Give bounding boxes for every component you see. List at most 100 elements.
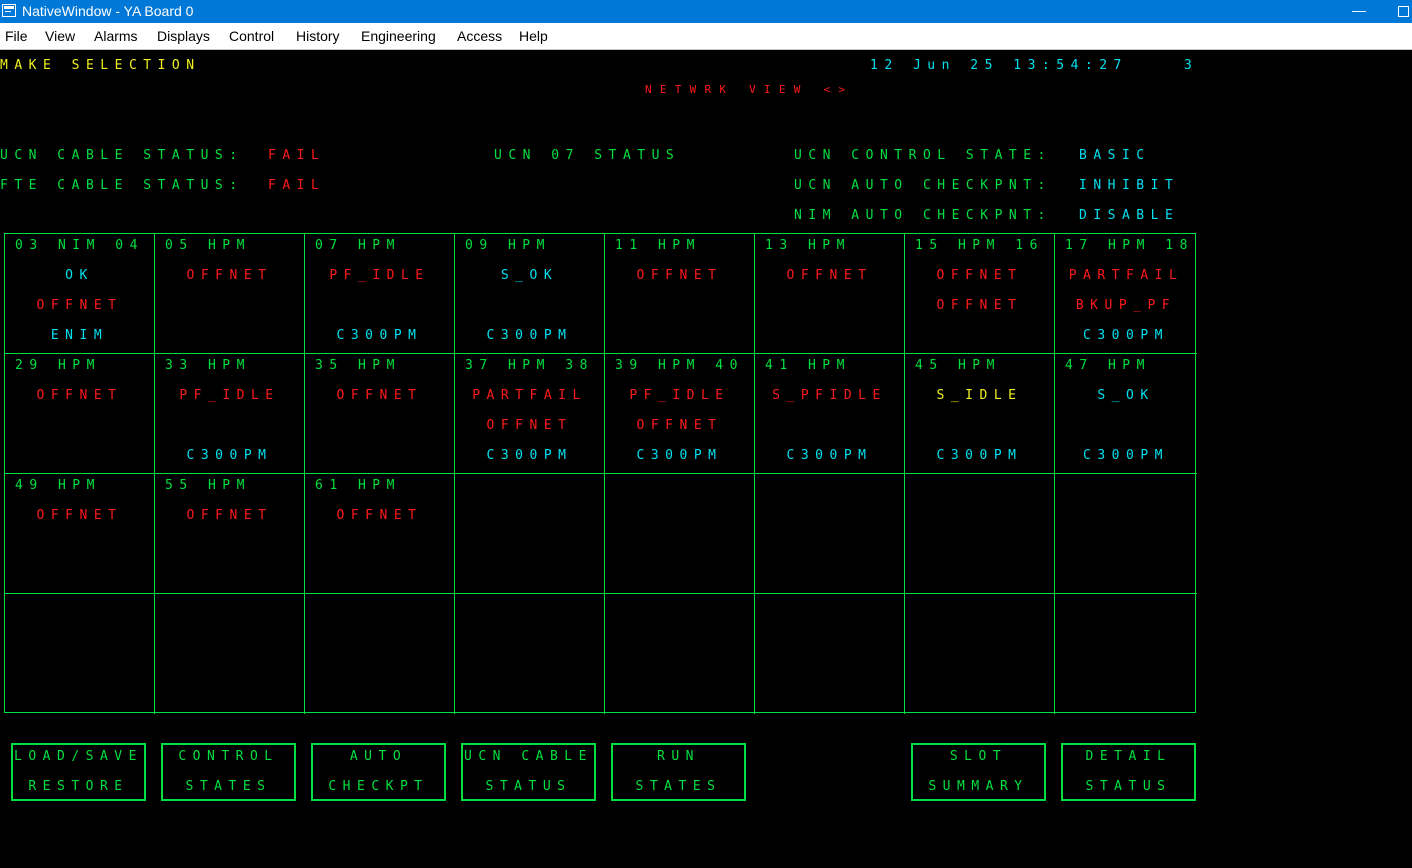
node-cell <box>1055 474 1197 594</box>
menu-file[interactable]: File <box>5 28 28 44</box>
node-cell[interactable]: 09 HPM S_OK C300PM <box>455 234 605 354</box>
node-cell <box>455 474 605 594</box>
node-header: 55 HPM <box>165 478 251 493</box>
ucn-cable-status-button[interactable]: UCN CABLE STATUS <box>461 743 596 801</box>
node-status-line: OFFNET <box>336 388 423 403</box>
node-status-line: S_IDLE <box>936 388 1023 403</box>
node-header: 05 HPM <box>165 238 251 253</box>
node-cell[interactable]: 35 HPM OFFNET <box>305 354 455 474</box>
load-save-restore-line2: RESTORE <box>28 779 129 794</box>
node-cell[interactable]: 03 NIM 04 OK OFFNET ENIM <box>5 234 155 354</box>
node-cell <box>905 474 1055 594</box>
node-status-line: OFFNET <box>36 508 123 523</box>
menu-history[interactable]: History <box>296 28 340 44</box>
run-states-line2: STATES <box>635 779 722 794</box>
node-cell[interactable]: 11 HPM OFFNET <box>605 234 755 354</box>
node-header: 11 HPM <box>615 238 701 253</box>
node-cell[interactable]: 55 HPM OFFNET <box>155 474 305 594</box>
node-header: 17 HPM 18 <box>1065 238 1194 253</box>
node-status-line: PARTFAIL <box>1068 268 1184 283</box>
menu-engineering[interactable]: Engineering <box>361 28 436 44</box>
node-cell <box>755 474 905 594</box>
node-status-line: S_OK <box>500 268 559 283</box>
node-cell[interactable]: 39 HPM 40 PF_IDLE OFFNET C300PM <box>605 354 755 474</box>
node-status-line: C300PM <box>186 448 273 463</box>
node-status-line: C300PM <box>636 448 723 463</box>
node-status-line: S_PFIDLE <box>772 388 887 403</box>
node-cell[interactable]: 05 HPM OFFNET <box>155 234 305 354</box>
minimize-icon[interactable]: — <box>1346 0 1372 23</box>
run-states-button[interactable]: RUN STATES <box>611 743 746 801</box>
ucn-auto-checkpnt-label: UCN AUTO CHECKPNT: <box>794 178 1052 193</box>
node-header: 13 HPM <box>765 238 851 253</box>
window-app-icon <box>2 4 16 17</box>
node-header: 47 HPM <box>1065 358 1151 373</box>
node-cell[interactable]: 29 HPM OFFNET <box>5 354 155 474</box>
auto-checkpt-button[interactable]: AUTO CHECKPT <box>311 743 446 801</box>
node-status-line: OFFNET <box>786 268 873 283</box>
node-status-line: OFFNET <box>636 268 723 283</box>
nim-auto-checkpnt-value: DISABLE <box>1079 208 1180 223</box>
detail-status-line2: STATUS <box>1085 779 1172 794</box>
slot-summary-line2: SUMMARY <box>928 779 1029 794</box>
control-states-line2: STATES <box>185 779 272 794</box>
node-cell <box>755 594 905 714</box>
node-status-line: PF_IDLE <box>179 388 280 403</box>
control-states-button[interactable]: CONTROL STATES <box>161 743 296 801</box>
ucn-cable-status-value: FAIL <box>268 148 326 163</box>
maximize-icon[interactable] <box>1396 0 1412 23</box>
node-cell[interactable]: 13 HPM OFFNET <box>755 234 905 354</box>
node-status-line: PARTFAIL <box>472 388 587 403</box>
node-cell[interactable]: 07 HPM PF_IDLE C300PM <box>305 234 455 354</box>
node-cell <box>1055 594 1197 714</box>
node-cell[interactable]: 41 HPM S_PFIDLE C300PM <box>755 354 905 474</box>
node-status-line: OFFNET <box>36 298 123 313</box>
node-cell[interactable]: 47 HPM S_OK C300PM <box>1055 354 1197 474</box>
node-status-line: C300PM <box>1083 448 1169 463</box>
node-cell[interactable]: 49 HPM OFFNET <box>5 474 155 594</box>
menu-access[interactable]: Access <box>457 28 502 44</box>
node-cell <box>605 474 755 594</box>
menu-displays[interactable]: Displays <box>157 28 210 44</box>
ucn-status-title: UCN 07 STATUS <box>494 148 681 163</box>
node-cell[interactable]: 45 HPM S_IDLE C300PM <box>905 354 1055 474</box>
slot-summary-button[interactable]: SLOT SUMMARY <box>911 743 1046 801</box>
node-status-line: PF_IDLE <box>629 388 730 403</box>
node-grid: 03 NIM 04 OK OFFNET ENIM 05 HPM OFFNET 07 HPM P… <box>4 233 1197 714</box>
node-cell[interactable]: 61 HPM OFFNET <box>305 474 455 594</box>
node-cell[interactable]: 15 HPM 16 OFFNET OFFNET <box>905 234 1055 354</box>
menu-view[interactable]: View <box>45 28 75 44</box>
detail-status-button[interactable]: DETAIL STATUS <box>1061 743 1196 801</box>
control-states-line1: CONTROL <box>178 749 279 764</box>
node-status-line: C300PM <box>1083 328 1169 343</box>
detail-status-line1: DETAIL <box>1085 749 1172 764</box>
node-status-line: PF_IDLE <box>329 268 430 283</box>
auto-checkpt-line2: CHECKPT <box>328 779 429 794</box>
node-status-line: C300PM <box>486 448 573 463</box>
node-status-line: OFFNET <box>486 418 573 433</box>
menu-help[interactable]: Help <box>519 28 548 44</box>
menu-bar: File View Alarms Displays Control Histor… <box>0 23 1412 50</box>
menu-alarms[interactable]: Alarms <box>94 28 138 44</box>
node-header: 15 HPM 16 <box>915 238 1044 253</box>
node-status-line: C300PM <box>336 328 423 343</box>
ucn-control-state-label: UCN CONTROL STATE: <box>794 148 1052 163</box>
node-header: 29 HPM <box>15 358 101 373</box>
node-cell[interactable]: 17 HPM 18 PARTFAIL BKUP_PF C300PM <box>1055 234 1197 354</box>
console-number: 3 <box>1184 58 1199 73</box>
node-status-line: C300PM <box>486 328 573 343</box>
load-save-restore-line1: LOAD/SAVE <box>14 749 143 764</box>
window-title: NativeWindow - YA Board 0 <box>22 3 194 19</box>
node-cell[interactable]: 33 HPM PF_IDLE C300PM <box>155 354 305 474</box>
ucn-cable-status-label: UCN CABLE STATUS: <box>0 148 244 163</box>
node-status-line: OFFNET <box>636 418 723 433</box>
load-save-restore-button[interactable]: LOAD/SAVE RESTORE <box>11 743 146 801</box>
slot-summary-line1: SLOT <box>949 749 1008 764</box>
node-cell[interactable]: 37 HPM 38 PARTFAIL OFFNET C300PM <box>455 354 605 474</box>
node-status-line: OFFNET <box>936 268 1023 283</box>
node-status-line: S_OK <box>1097 388 1155 403</box>
node-status-line: OK <box>65 268 94 283</box>
node-status-line: OFFNET <box>186 508 273 523</box>
menu-control[interactable]: Control <box>229 28 274 44</box>
node-status-line: C300PM <box>936 448 1023 463</box>
